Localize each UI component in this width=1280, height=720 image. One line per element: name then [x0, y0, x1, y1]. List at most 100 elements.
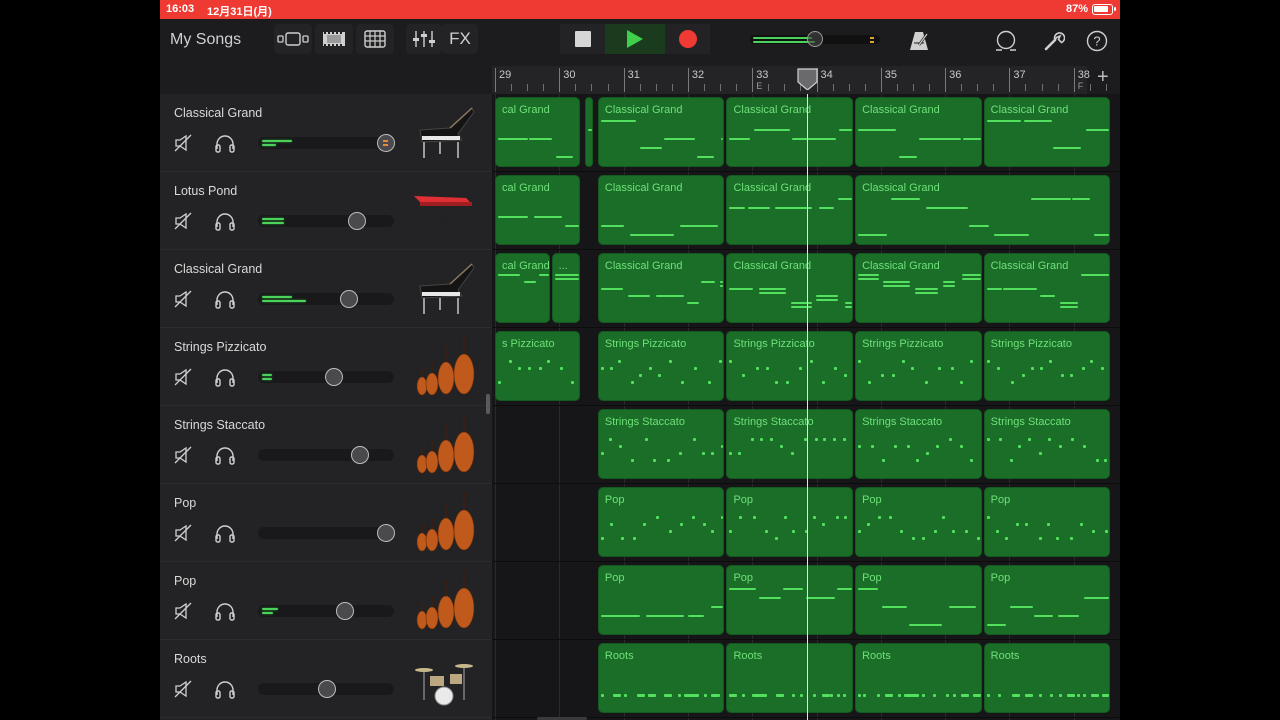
track-volume-slider[interactable]	[258, 446, 394, 464]
midi-region[interactable]: Classical Grand	[597, 175, 725, 245]
playhead-line[interactable]	[806, 94, 809, 720]
midi-region[interactable]: Strings Staccato	[855, 409, 982, 479]
solo-button[interactable]	[214, 289, 236, 309]
metronome-button[interactable]	[905, 26, 933, 56]
midi-region[interactable]: Classical Grand	[983, 97, 1111, 167]
master-volume-slider[interactable]	[750, 31, 880, 47]
solo-button[interactable]	[214, 445, 236, 465]
midi-region[interactable]: Strings Pizzicato	[855, 331, 982, 401]
track-volume-knob[interactable]	[348, 212, 367, 230]
tracks-area[interactable]: cal Grand Classical Grand Classical Grand C…	[492, 94, 1120, 720]
fx-button[interactable]: FX	[442, 24, 478, 54]
midi-region[interactable]: Pop	[855, 487, 982, 557]
track-header[interactable]: Roots	[160, 640, 492, 718]
mute-button[interactable]	[174, 368, 192, 386]
track-volume-knob[interactable]	[318, 680, 337, 698]
midi-region[interactable]: Classical Grand	[597, 253, 725, 323]
track-volume-knob[interactable]	[336, 602, 355, 620]
midi-region[interactable]: Strings Staccato	[726, 409, 854, 479]
midi-region[interactable]	[585, 97, 593, 167]
strings-icon[interactable]	[410, 568, 480, 634]
solo-button[interactable]	[214, 679, 236, 699]
timeline-ruler[interactable]: 29 30 31 32 33 34 35 36 37 38 E F +	[492, 62, 1120, 94]
midi-region[interactable]: Classical Grand	[726, 175, 854, 245]
mixer-button[interactable]	[406, 24, 442, 54]
mute-button[interactable]	[174, 212, 192, 230]
midi-region[interactable]: Pop	[855, 565, 982, 635]
mute-button[interactable]	[174, 290, 192, 308]
midi-region[interactable]: Strings Pizzicato	[597, 331, 725, 401]
track-volume-slider[interactable]	[258, 134, 395, 152]
play-button[interactable]	[605, 24, 665, 54]
my-songs-button[interactable]: My Songs	[170, 31, 241, 49]
midi-region[interactable]: cal Grand	[495, 175, 580, 245]
track-volume-slider[interactable]	[258, 290, 394, 308]
midi-region[interactable]: cal Grand	[495, 253, 550, 323]
tracks-view-button[interactable]	[315, 24, 353, 54]
midi-region[interactable]: ...	[551, 253, 580, 323]
track-volume-slider[interactable]	[258, 368, 394, 386]
track-header[interactable]: Classical Grand	[160, 250, 492, 328]
midi-region[interactable]: Strings Staccato	[983, 409, 1111, 479]
grand-piano-icon[interactable]	[410, 256, 480, 322]
track-header[interactable]: Pop	[160, 562, 492, 640]
midi-region[interactable]: Roots	[983, 643, 1111, 713]
strings-icon[interactable]	[410, 490, 480, 556]
midi-region[interactable]: Pop	[597, 487, 725, 557]
strings-icon[interactable]	[410, 412, 480, 478]
midi-region[interactable]: Pop	[726, 487, 854, 557]
track-volume-knob[interactable]	[325, 368, 344, 386]
midi-region[interactable]: Roots	[855, 643, 982, 713]
strings-icon[interactable]	[410, 334, 480, 400]
grid-view-button[interactable]	[356, 24, 394, 54]
solo-button[interactable]	[214, 133, 236, 153]
settings-button[interactable]	[1040, 26, 1068, 56]
midi-region[interactable]: Pop	[983, 565, 1111, 635]
track-volume-slider[interactable]	[258, 524, 395, 542]
midi-region[interactable]: Pop	[983, 487, 1111, 557]
playhead-handle[interactable]	[797, 68, 818, 90]
solo-button[interactable]	[214, 211, 236, 231]
midi-region[interactable]: Classical Grand	[855, 175, 1111, 245]
track-header[interactable]: Classical Grand	[160, 94, 492, 172]
midi-region[interactable]: Classical Grand	[983, 253, 1111, 323]
track-header[interactable]: Strings Pizzicato	[160, 328, 492, 406]
track-volume-knob[interactable]	[376, 524, 395, 542]
red-keyboard-icon[interactable]	[410, 178, 480, 244]
track-volume-knob[interactable]	[351, 446, 369, 464]
midi-region[interactable]: Classical Grand	[726, 97, 854, 167]
midi-region[interactable]: Classical Grand	[855, 253, 982, 323]
midi-region[interactable]: Strings Pizzicato	[983, 331, 1111, 401]
mute-button[interactable]	[174, 134, 192, 152]
mute-button[interactable]	[174, 446, 192, 464]
midi-region[interactable]: Roots	[597, 643, 725, 713]
midi-region[interactable]: Classical Grand	[726, 253, 854, 323]
midi-region[interactable]: Classical Grand	[597, 97, 725, 167]
master-volume-knob[interactable]	[806, 31, 823, 47]
add-section-button[interactable]: +	[1097, 67, 1109, 87]
midi-region[interactable]: Strings Staccato	[597, 409, 725, 479]
mute-button[interactable]	[174, 524, 192, 542]
record-button[interactable]	[665, 24, 710, 54]
midi-region[interactable]: cal Grand	[495, 97, 580, 167]
midi-region[interactable]: s Pizzicato	[495, 331, 580, 401]
midi-region[interactable]: Roots	[726, 643, 854, 713]
track-volume-slider[interactable]	[258, 212, 394, 230]
stop-button[interactable]	[560, 24, 605, 54]
header-scroll-indicator[interactable]	[486, 394, 490, 414]
browser-button[interactable]	[274, 24, 312, 54]
mute-button[interactable]	[174, 680, 192, 698]
track-volume-slider[interactable]	[258, 680, 394, 698]
track-header[interactable]: Pop	[160, 484, 492, 562]
track-volume-knob[interactable]	[340, 290, 359, 308]
track-volume-knob[interactable]	[376, 134, 395, 152]
track-header[interactable]: Lotus Pond	[160, 172, 492, 250]
solo-button[interactable]	[214, 523, 236, 543]
help-button[interactable]: ?	[1083, 26, 1111, 56]
loop-browser-button[interactable]	[992, 26, 1020, 56]
track-header[interactable]: Strings Staccato	[160, 406, 492, 484]
track-volume-slider[interactable]	[258, 602, 394, 620]
midi-region[interactable]: Classical Grand	[855, 97, 982, 167]
midi-region[interactable]: Pop	[597, 565, 725, 635]
drum-kit-icon[interactable]	[410, 646, 480, 712]
